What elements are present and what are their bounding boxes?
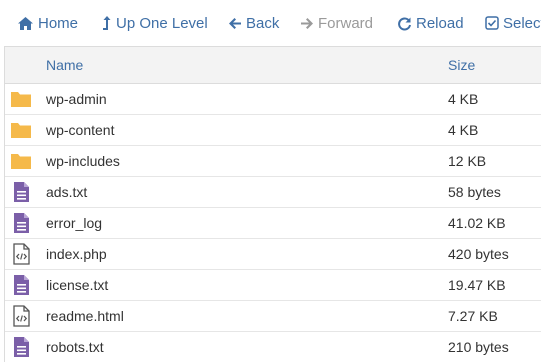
back-button[interactable]: Back: [228, 12, 279, 34]
table-row[interactable]: robots.txt 210 bytes: [5, 332, 541, 362]
code-file-icon: [13, 305, 30, 327]
refresh-icon: [398, 17, 411, 30]
file-name: wp-admin: [46, 91, 107, 107]
table-row[interactable]: ads.txt 58 bytes: [5, 177, 541, 208]
table-row[interactable]: wp-admin 4 KB: [5, 84, 541, 115]
level-up-icon: [103, 16, 111, 30]
file-size: 420 bytes: [448, 246, 509, 262]
text-file-icon: [14, 337, 29, 357]
arrow-right-icon: [301, 17, 313, 29]
text-file-icon: [14, 213, 29, 233]
home-label: Home: [38, 14, 79, 32]
up-one-level-label: Up One Level: [116, 14, 208, 32]
checkbox-icon: [485, 16, 499, 30]
folder-icon: [11, 92, 31, 107]
file-size: 4 KB: [448, 91, 479, 107]
arrow-left-icon: [229, 17, 241, 29]
folder-icon: [11, 154, 31, 169]
table-row[interactable]: index.php 420 bytes: [5, 239, 541, 270]
forward-button[interactable]: Forward: [300, 12, 373, 34]
reload-button[interactable]: Reload: [397, 12, 464, 34]
file-list-table: Name Size wp-admin 4 KB wp-content 4 KB …: [4, 46, 541, 362]
file-size: 12 KB: [448, 153, 487, 169]
home-icon: [18, 16, 33, 30]
file-name: wp-content: [46, 122, 115, 138]
forward-label: Forward: [318, 14, 374, 32]
select-label: Select: [503, 14, 541, 32]
file-name: wp-includes: [46, 153, 120, 169]
up-one-level-button[interactable]: Up One Level: [102, 12, 208, 34]
file-name: license.txt: [46, 277, 109, 293]
table-row[interactable]: license.txt 19.47 KB: [5, 270, 541, 301]
file-size: 7.27 KB: [448, 308, 498, 324]
table-row[interactable]: wp-content 4 KB: [5, 115, 541, 146]
file-name: ads.txt: [46, 184, 88, 200]
select-all-button[interactable]: Select: [485, 12, 541, 34]
reload-label: Reload: [416, 14, 464, 32]
file-name: robots.txt: [46, 339, 104, 355]
table-row[interactable]: error_log 41.02 KB: [5, 208, 541, 239]
file-size: 19.47 KB: [448, 277, 506, 293]
table-header: Name Size: [5, 47, 541, 84]
code-file-icon: [13, 243, 30, 265]
table-row[interactable]: wp-includes 12 KB: [5, 146, 541, 177]
file-name: index.php: [46, 246, 107, 262]
file-size: 4 KB: [448, 122, 479, 138]
file-manager-toolbar: Home Up One Level Back Forward Reload Se…: [0, 0, 541, 46]
size-column-header[interactable]: Size: [448, 57, 475, 73]
back-label: Back: [246, 14, 280, 32]
file-size: 210 bytes: [448, 339, 509, 355]
file-size: 41.02 KB: [448, 215, 506, 231]
name-column-header[interactable]: Name: [46, 57, 83, 73]
folder-icon: [11, 123, 31, 138]
file-name: error_log: [46, 215, 103, 231]
file-size: 58 bytes: [448, 184, 501, 200]
text-file-icon: [14, 182, 29, 202]
home-button[interactable]: Home: [17, 12, 78, 34]
text-file-icon: [14, 275, 29, 295]
table-row[interactable]: readme.html 7.27 KB: [5, 301, 541, 332]
file-name: readme.html: [46, 308, 124, 324]
